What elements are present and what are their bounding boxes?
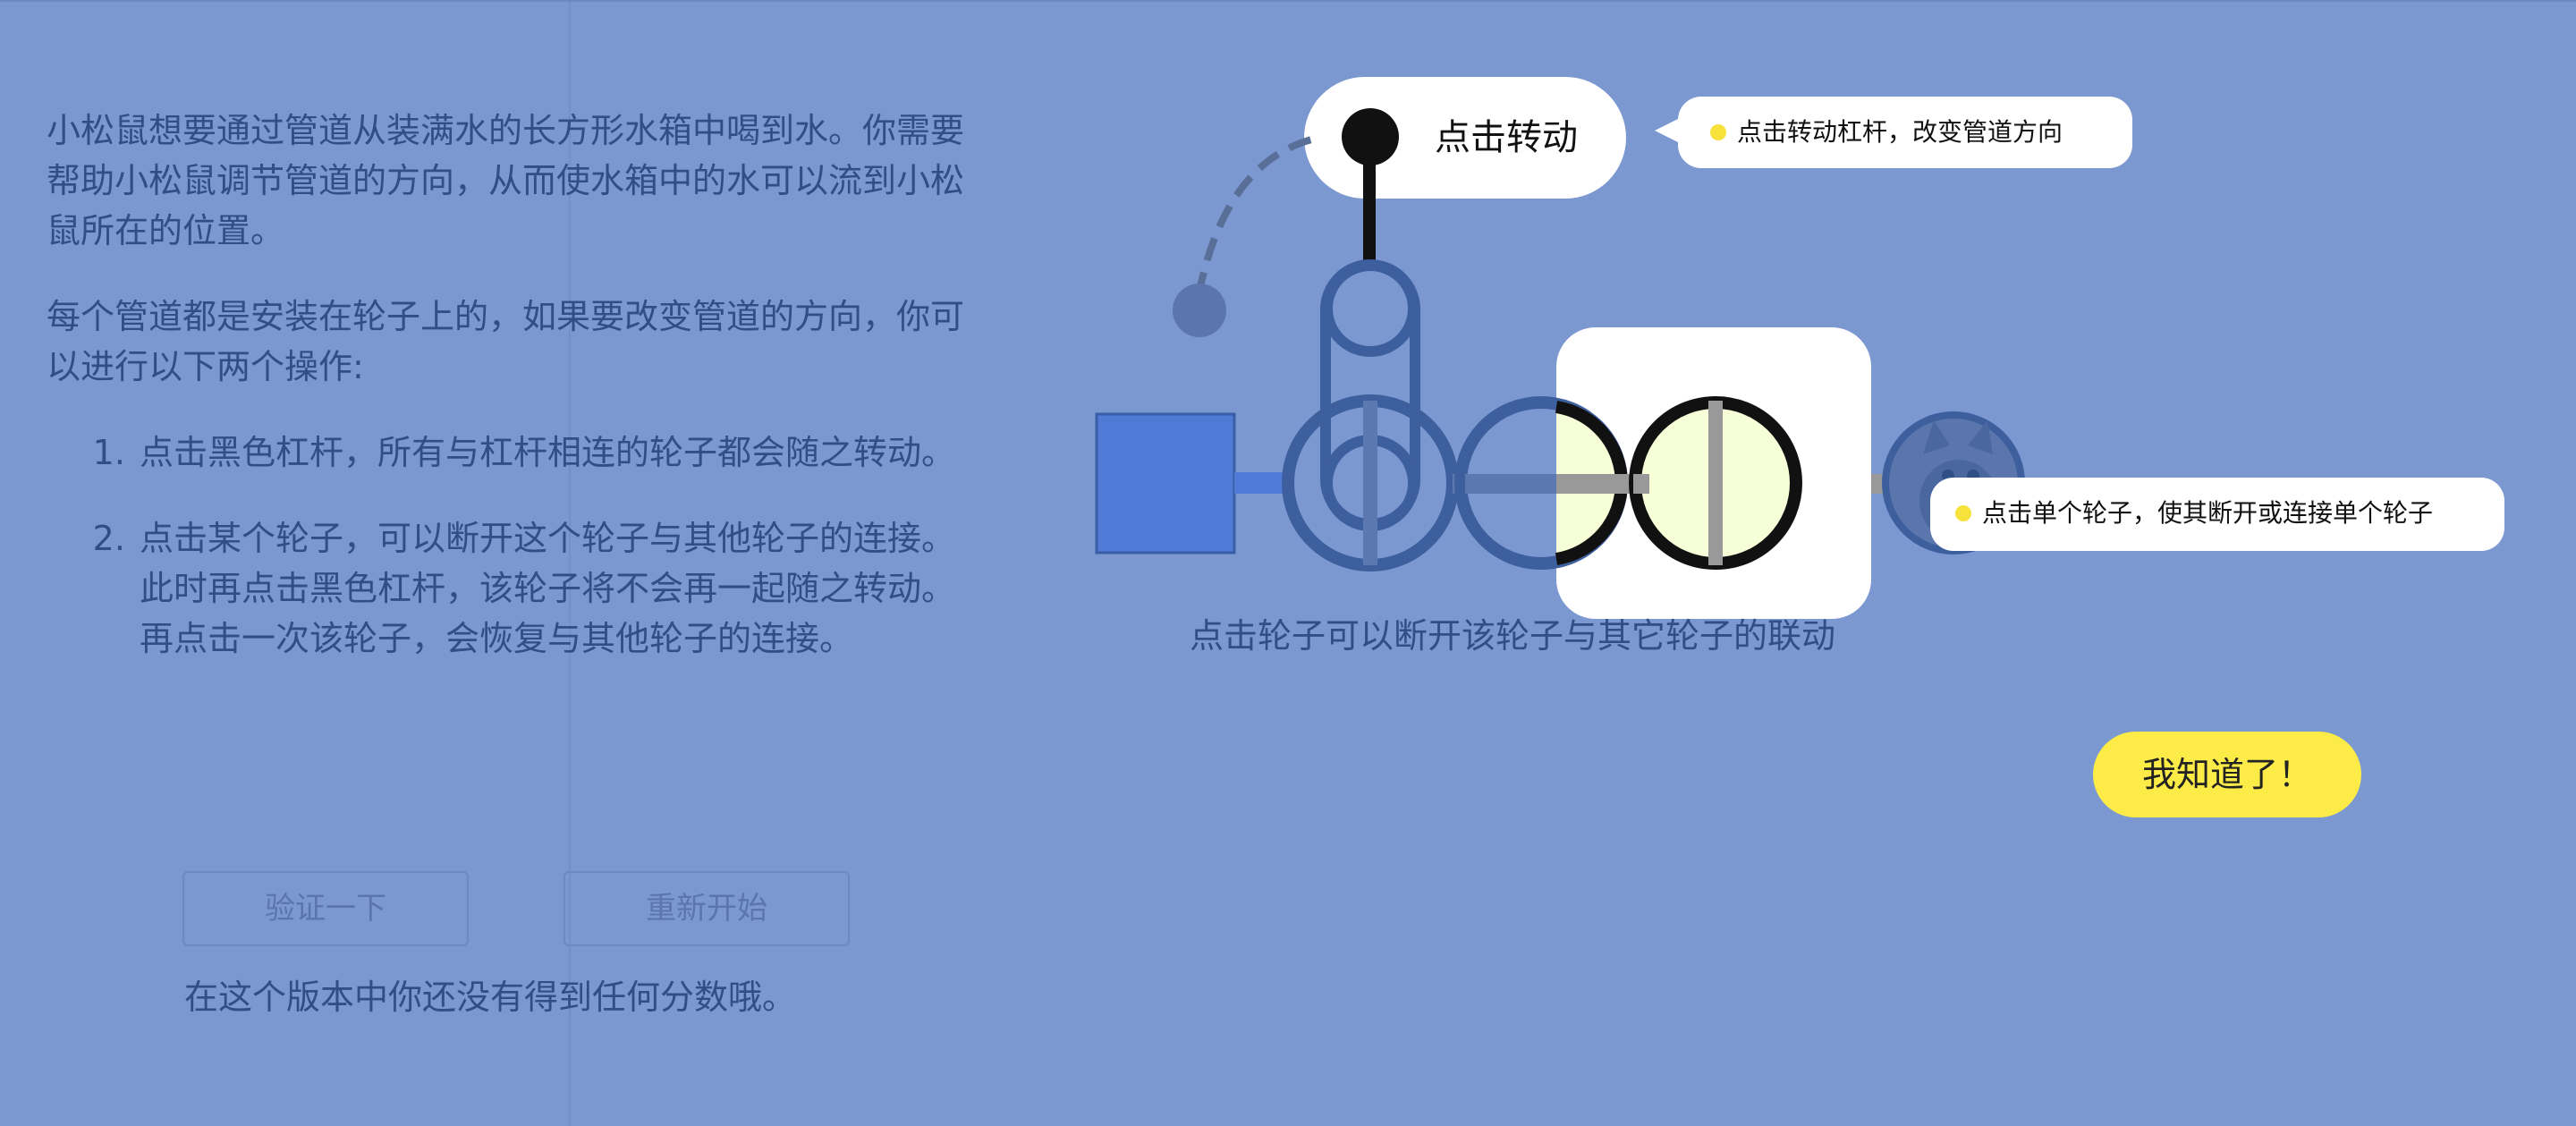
- pipe-puzzle-diagram: [1095, 108, 2025, 571]
- wheel-tip: 点击单个轮子，使其断开或连接单个轮子: [1930, 478, 2504, 551]
- rotation-target-dot: [1173, 284, 1226, 337]
- rotation-arc: [1195, 135, 1316, 296]
- lever-handle-icon[interactable]: [1342, 108, 1399, 165]
- water-tank-icon: [1095, 412, 1236, 555]
- tank-outlet-pipe: [1234, 472, 1290, 494]
- link-top-joint: [1322, 260, 1419, 357]
- wheel-icon[interactable]: [1629, 396, 1802, 570]
- wheel-icon[interactable]: [1454, 396, 1631, 570]
- wheel-tip-text: 点击单个轮子，使其断开或连接单个轮子: [1982, 498, 2434, 528]
- diagram-caption: 点击轮子可以断开该轮子与其它轮子的联动: [1190, 616, 1836, 656]
- tip-dot-icon: [1955, 505, 1971, 521]
- lever-tip-text: 点击转动杠杆，改变管道方向: [1737, 117, 2063, 147]
- lever[interactable]: [1342, 108, 1399, 268]
- tip-dot-icon: [1710, 124, 1726, 140]
- lever-tip: 点击转动杠杆，改变管道方向: [1655, 97, 2132, 168]
- lever-label: 点击转动: [1435, 117, 1578, 158]
- got-it-button[interactable]: 我知道了！: [2093, 732, 2361, 817]
